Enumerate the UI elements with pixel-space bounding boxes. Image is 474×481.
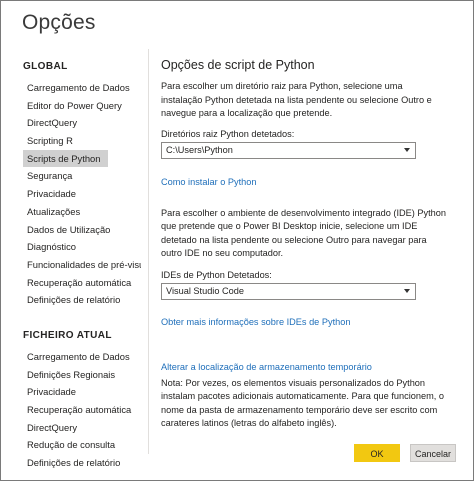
cancel-button[interactable]: Cancelar [410, 444, 456, 462]
nav-list-global: Carregamento de Dados Editor do Power Que… [23, 79, 141, 309]
nav-item-defini-es-regionais[interactable]: Definições Regionais [23, 366, 141, 384]
nav-item-privacidade[interactable]: Privacidade [23, 383, 141, 401]
nav-heading-global: GLOBAL [23, 61, 68, 72]
change-storage-link[interactable]: Alterar a localização de armazenamento t… [161, 362, 372, 372]
nav-item-defini-es-de-relat-rio[interactable]: Definições de relatório [23, 291, 141, 309]
nav-item-seguran-a[interactable]: Segurança [23, 167, 141, 185]
chevron-down-icon [404, 288, 410, 293]
nav-item-defini-es-de-relat-rio[interactable]: Definições de relatório [23, 454, 141, 472]
root-intro-text: Para escolher um diretório raiz para Pyt… [161, 81, 432, 118]
root-dir-label: Diretórios raiz Python detetados: [161, 128, 295, 139]
nav-item-diagn-stico[interactable]: Diagnóstico [23, 238, 141, 256]
nav-list-file: Carregamento de Dados Definições Regionai… [23, 348, 141, 472]
root-dir-dropdown[interactable]: C:\Users\Python [161, 141, 416, 159]
nav-item-recupera-o-autom-tica[interactable]: Recuperação automática [23, 274, 141, 292]
nav-item-carregamento-de-dados[interactable]: Carregamento de Dados [23, 348, 141, 366]
nav-item-privacidade[interactable]: Privacidade [23, 185, 141, 203]
options-nav: GLOBAL Carregamento de Dados Editor do Po… [23, 59, 141, 472]
ok-button[interactable]: OK [354, 444, 400, 462]
options-dialog: Opções GLOBAL Carregamento de Dados Edito… [0, 0, 474, 481]
nav-item-directquery[interactable]: DirectQuery [23, 114, 141, 132]
dialog-title: Opções [22, 11, 96, 34]
install-python-link[interactable]: Como instalar o Python [161, 177, 257, 187]
ide-info-link[interactable]: Obter mais informações sobre IDEs de Pyt… [161, 317, 350, 327]
nav-item-scripts-de-python[interactable]: Scripts de Python [23, 149, 108, 168]
ide-value: Visual Studio Code [166, 285, 244, 296]
nav-item-funcionalidades-de-pr-visu[interactable]: Funcionalidades de pré-visu... [23, 256, 141, 274]
chevron-down-icon [404, 147, 410, 152]
nav-item-redu-o-de-consulta[interactable]: Redução de consulta [23, 436, 141, 454]
nav-item-atualiza-es[interactable]: Atualizações [23, 203, 141, 221]
panel-title: Opções de script de Python [161, 58, 315, 72]
storage-note-text: Nota: Por vezes, os elementos visuais pe… [161, 377, 444, 429]
ide-label: IDEs de Python Detetados: [161, 269, 272, 280]
nav-item-carregamento-de-dados[interactable]: Carregamento de Dados [23, 79, 141, 97]
nav-divider [148, 49, 149, 454]
nav-heading-file: FICHEIRO ATUAL [23, 329, 112, 341]
root-dir-value: C:\Users\Python [166, 144, 233, 155]
ide-dropdown[interactable]: Visual Studio Code [161, 282, 416, 300]
nav-item-directquery[interactable]: DirectQuery [23, 419, 141, 437]
nav-item-editor-do-power-query[interactable]: Editor do Power Query [23, 97, 141, 115]
nav-item-dados-de-utiliza-o[interactable]: Dados de Utilização [23, 221, 141, 239]
nav-item-scripting-r[interactable]: Scripting R [23, 132, 141, 150]
python-options-panel: Opções de script de Python Para escolher… [161, 58, 446, 431]
ide-intro-text: Para escolher o ambiente de desenvolvime… [161, 207, 446, 259]
nav-item-recupera-o-autom-tica[interactable]: Recuperação automática [23, 401, 141, 419]
